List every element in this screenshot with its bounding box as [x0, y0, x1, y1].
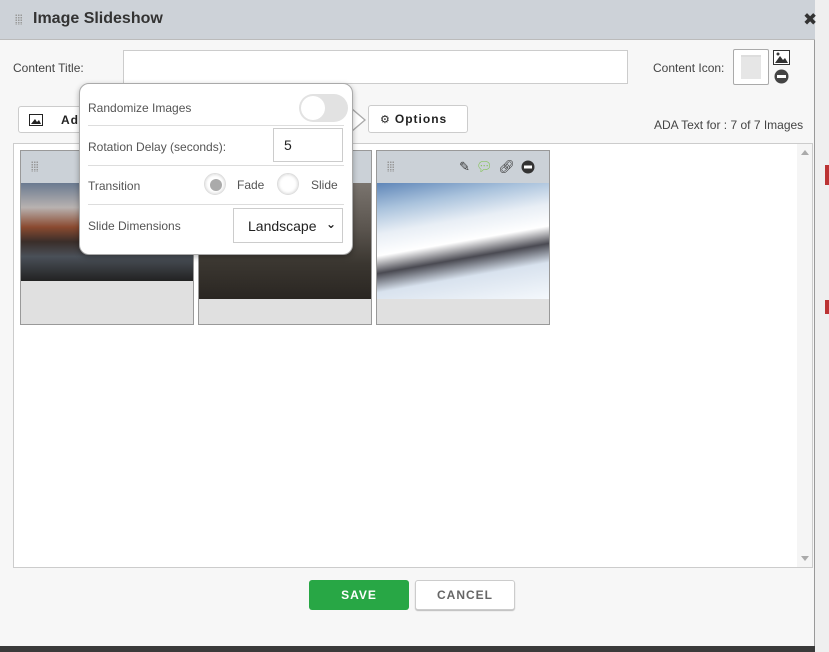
fade-radio[interactable]: [204, 173, 226, 195]
link-icon[interactable]: 🔗︎: [498, 159, 515, 175]
randomize-row: Randomize Images: [88, 84, 348, 126]
drag-handle-icon[interactable]: [31, 161, 38, 172]
background-page: [815, 0, 829, 652]
options-button[interactable]: ⚙ Options: [368, 105, 468, 133]
close-icon[interactable]: ✖: [803, 10, 817, 30]
cancel-button[interactable]: CANCEL: [415, 580, 515, 610]
rotation-delay-row: Rotation Delay (seconds):: [88, 126, 344, 166]
content-title-input[interactable]: [123, 50, 628, 84]
save-button[interactable]: SAVE: [309, 580, 409, 610]
options-popover: Randomize Images Rotation Delay (seconds…: [79, 83, 353, 255]
randomize-toggle[interactable]: [299, 94, 348, 122]
scroll-up-icon[interactable]: [801, 150, 809, 155]
chevron-down-icon: ⌄: [325, 217, 336, 231]
content-icon-preview[interactable]: [733, 49, 769, 85]
gear-icon: ⚙: [380, 113, 391, 126]
ada-text-status: ADA Text for : 7 of 7 Images: [654, 118, 804, 132]
rotation-delay-input[interactable]: [273, 128, 343, 162]
gallery-scrollbar[interactable]: [797, 144, 812, 567]
slide-label: Slide: [311, 178, 338, 192]
drag-handle-icon[interactable]: [15, 14, 22, 25]
drag-handle-icon[interactable]: [387, 161, 394, 172]
slide-image-thumbnail: [377, 183, 549, 299]
options-label: Options: [394, 112, 448, 126]
transition-label: Transition: [88, 179, 141, 193]
randomize-label: Randomize Images: [88, 101, 192, 115]
add-images-label: Ad: [61, 112, 79, 127]
comment-icon[interactable]: 💬︎: [476, 159, 493, 175]
rotation-delay-label: Rotation Delay (seconds):: [88, 140, 227, 154]
remove-icon[interactable]: [521, 160, 535, 174]
scroll-down-icon[interactable]: [801, 556, 809, 561]
image-icon: [29, 113, 43, 126]
image-card[interactable]: ✎ 💬︎ 🔗︎: [376, 150, 550, 325]
content-title-label: Content Title:: [13, 61, 84, 75]
dialog-title: Image Slideshow: [33, 10, 163, 27]
slide-radio[interactable]: [277, 173, 299, 195]
edit-pencil-icon[interactable]: ✎: [459, 159, 470, 175]
dialog-header[interactable]: Image Slideshow ✖: [0, 0, 817, 40]
image-picker-icon[interactable]: [773, 50, 790, 65]
image-slideshow-dialog: Image Slideshow ✖ Content Title: Content…: [0, 0, 817, 646]
content-icon-label: Content Icon:: [653, 61, 725, 75]
transition-row: Transition Fade Slide: [88, 166, 344, 205]
remove-icon[interactable]: [774, 69, 789, 84]
slide-dimensions-value: Landscape: [248, 218, 317, 234]
fade-label: Fade: [237, 178, 265, 192]
slide-dimensions-select[interactable]: Landscape ⌄: [233, 208, 343, 243]
slide-dimensions-label: Slide Dimensions: [88, 219, 181, 233]
